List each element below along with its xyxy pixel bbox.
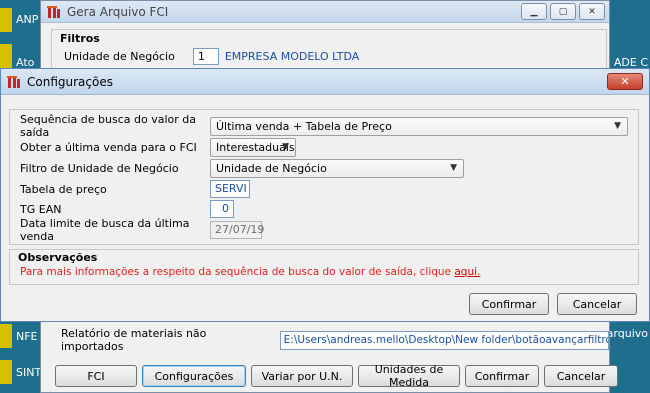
unidades-de-medida-button[interactable]: Unidades de Medida	[358, 363, 460, 389]
chevron-down-icon: ▼	[614, 120, 621, 131]
sequencia-value: Última venda + Tabela de Preço	[216, 119, 392, 133]
ultima-venda-label: Obter a última venda para o FCI	[20, 140, 197, 154]
close-icon: ✕	[620, 75, 630, 88]
chevron-down-icon: ▼	[282, 141, 289, 152]
maximize-icon: ▢	[558, 6, 568, 17]
relatorio-label: Relatório de materiais não importados	[61, 327, 207, 353]
configuracoes-button[interactable]: Configurações	[142, 365, 246, 387]
dialog-close-button[interactable]: ✕	[607, 73, 643, 90]
observacoes-message: Para mais informações a respeito da sequ…	[20, 266, 452, 278]
filtro-un-select[interactable]: Unidade de Negócio ▼	[210, 158, 464, 178]
close-button[interactable]: ✕	[579, 3, 605, 20]
fci-button[interactable]: FCI	[55, 365, 137, 387]
app-logo-icon	[47, 5, 60, 18]
confirm-button[interactable]: Confirmar	[469, 293, 549, 315]
chevron-down-icon: ▼	[450, 162, 457, 173]
observacoes-panel: Observações Para mais informações a resp…	[9, 249, 639, 285]
cancel-button[interactable]: Cancelar	[557, 293, 637, 315]
unidade-name: EMPRESA MODELO LTDA	[224, 50, 360, 63]
desktop-shortcut-label[interactable]: ANP	[16, 13, 38, 26]
desktop-shortcut-label[interactable]: SINT	[16, 366, 41, 379]
tabela-preco-label: Tabela de preço	[20, 182, 107, 196]
back-window-toolbar: FCI Configurações Variar por U.N. Unidad…	[55, 363, 618, 389]
dialog-title: Configurações	[27, 74, 113, 89]
observacoes-title: Observações	[18, 251, 98, 264]
desktop-shortcut-icon[interactable]	[0, 8, 12, 32]
tg-ean-label: TG EAN	[20, 202, 62, 216]
close-icon: ✕	[588, 6, 596, 17]
back-cancel-button[interactable]: Cancelar	[544, 365, 618, 387]
desktop-shortcut-icon[interactable]	[0, 324, 12, 348]
observacoes-text: Para mais informações a respeito da sequ…	[20, 266, 480, 278]
maximize-button[interactable]: ▢	[550, 3, 576, 20]
tabela-preco-input[interactable]: SERVI	[210, 180, 250, 198]
minimize-button[interactable]: ▁	[521, 3, 547, 20]
data-limite-label: Data limite de busca da última venda	[20, 217, 190, 243]
filtro-un-label: Filtro de Unidade de Negócio	[20, 161, 179, 175]
filtros-title: Filtros	[60, 32, 100, 45]
tg-ean-input[interactable]: 0	[210, 200, 234, 218]
data-limite-input: 27/07/19	[210, 221, 264, 239]
app-logo-icon	[7, 75, 20, 88]
settings-panel: Sequência de busca do valor da saída Últ…	[9, 109, 639, 245]
minimize-icon: ▁	[530, 6, 538, 17]
filtro-un-value: Unidade de Negócio	[216, 161, 327, 175]
desktop-shortcut-icon[interactable]	[0, 360, 12, 384]
configuracoes-dialog: Configurações ✕ Sequência de busca do va…	[0, 68, 650, 322]
desktop-shortcut-icon[interactable]	[0, 44, 12, 68]
back-confirm-button[interactable]: Confirmar	[465, 365, 539, 387]
observacoes-link[interactable]: aqui.	[454, 266, 480, 278]
filtros-group: Filtros Unidade de Negócio 1 EMPRESA MOD…	[51, 29, 607, 69]
unidade-label: Unidade de Negócio	[64, 50, 175, 63]
dialog-titlebar[interactable]: Configurações ✕	[1, 69, 649, 95]
sequencia-select[interactable]: Última venda + Tabela de Preço ▼	[210, 116, 628, 136]
relatorio-path-input[interactable]: E:\Users\andreas.mello\Desktop\New folde…	[279, 330, 609, 350]
desktop-shortcut-label[interactable]: NFE	[16, 330, 38, 343]
unidade-code-input[interactable]: 1	[192, 48, 219, 65]
ultima-venda-select[interactable]: Interestaduais ▼	[210, 137, 296, 157]
sequencia-label: Sequência de busca do valor da saída	[20, 113, 196, 139]
window-titlebar[interactable]: Gera Arquivo FCI ▁ ▢ ✕	[41, 1, 609, 23]
variar-por-un-button[interactable]: Variar por U.N.	[251, 365, 353, 387]
window-title: Gera Arquivo FCI	[67, 4, 169, 19]
